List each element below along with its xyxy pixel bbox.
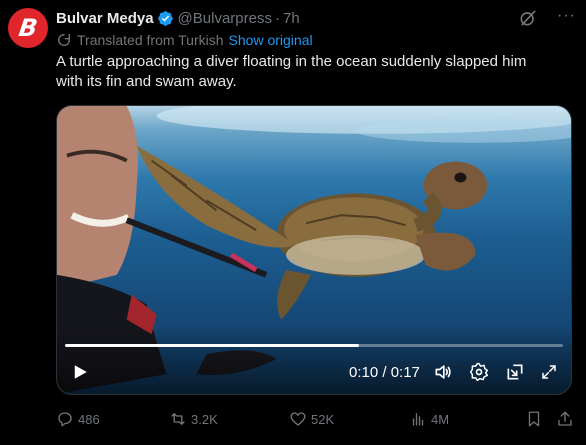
separator-dot: · xyxy=(274,9,280,27)
translation-note: Translated from Turkish Show original xyxy=(56,31,313,49)
show-original-link[interactable]: Show original xyxy=(229,32,313,48)
video-player[interactable]: 0:10 / 0:17 xyxy=(56,105,572,395)
reply-button[interactable]: 486 xyxy=(56,408,100,430)
video-progress-bar[interactable] xyxy=(65,344,563,347)
action-bar: 486 3.2K 52K 4M xyxy=(56,408,576,430)
post-header: Bulvar Medya @Bulvarpress · 7h ··· xyxy=(56,8,576,28)
post-text-line: with its fin and swam away. xyxy=(56,73,237,90)
translated-label: Translated from Turkish xyxy=(77,32,224,48)
grok-icon[interactable] xyxy=(518,8,538,28)
pip-icon xyxy=(507,364,523,380)
views-count: 4M xyxy=(431,411,450,427)
fullscreen-button[interactable] xyxy=(537,360,561,384)
display-name[interactable]: Bulvar Medya xyxy=(56,10,154,27)
reply-count: 486 xyxy=(78,411,100,427)
reply-icon xyxy=(58,412,72,427)
views-icon xyxy=(412,413,424,426)
handle[interactable]: @Bulvarpress xyxy=(178,10,272,27)
post-text: A turtle approaching a diver floating in… xyxy=(56,52,576,92)
volume-button[interactable] xyxy=(431,360,455,384)
controls-overlay xyxy=(57,324,571,394)
repost-button[interactable]: 3.2K xyxy=(169,408,218,430)
post-time[interactable]: 7h xyxy=(283,10,300,27)
bookmark-button[interactable] xyxy=(525,408,547,430)
avatar[interactable]: B xyxy=(8,8,48,48)
pip-button[interactable] xyxy=(503,360,527,384)
like-count: 52K xyxy=(311,411,335,427)
views-button[interactable]: 4M xyxy=(409,408,449,430)
like-button[interactable]: 52K xyxy=(289,408,334,430)
post-text-line: A turtle approaching a diver floating in… xyxy=(56,53,527,70)
avatar-logo-letter: B xyxy=(16,14,40,42)
play-icon xyxy=(74,365,87,379)
video-time: 0:10 / 0:17 xyxy=(349,363,420,381)
more-icon[interactable]: ··· xyxy=(557,8,576,24)
repost-icon xyxy=(171,413,185,425)
volume-icon xyxy=(435,365,451,379)
fullscreen-icon xyxy=(542,365,556,379)
settings-button[interactable] xyxy=(467,360,491,384)
play-button[interactable] xyxy=(69,360,91,384)
like-icon xyxy=(290,412,306,426)
video-progress-fill xyxy=(65,344,359,347)
share-icon xyxy=(558,411,572,426)
verified-badge-icon xyxy=(157,10,173,26)
settings-icon xyxy=(469,362,489,382)
share-button[interactable] xyxy=(556,408,578,430)
translate-icon xyxy=(58,34,70,46)
bookmark-icon xyxy=(528,411,540,427)
repost-count: 3.2K xyxy=(191,411,218,427)
